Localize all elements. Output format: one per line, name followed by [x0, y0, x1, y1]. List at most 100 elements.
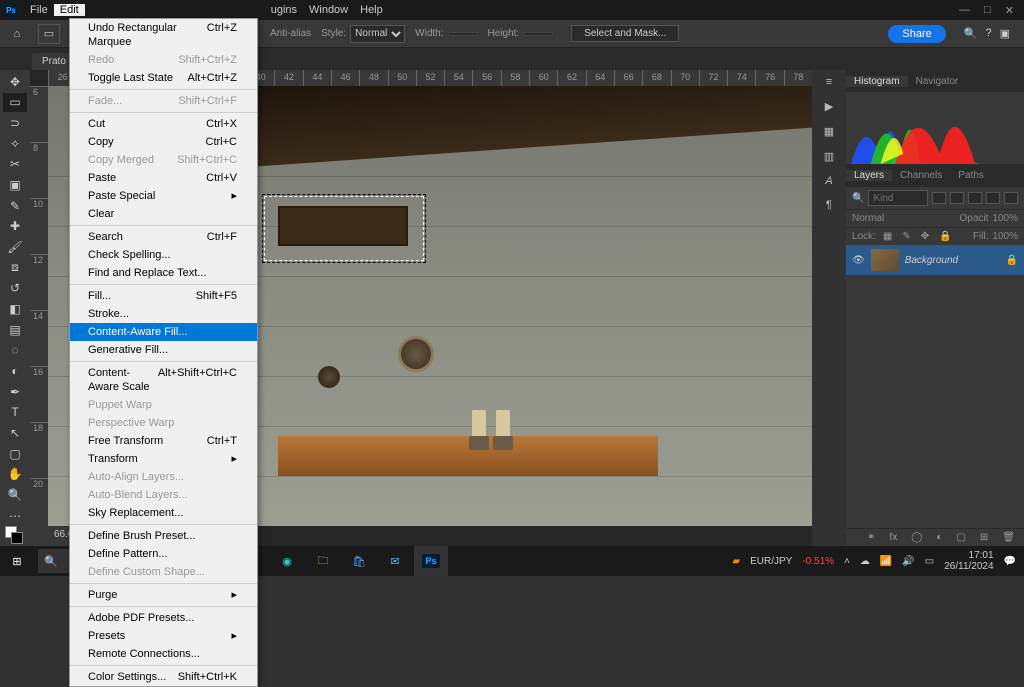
maximize-icon[interactable]: □ — [984, 4, 991, 16]
lock-icon[interactable]: 🔒 — [1006, 255, 1018, 266]
opacity-value[interactable]: 100% — [992, 213, 1018, 224]
libraries-icon[interactable]: ▥ — [824, 150, 834, 163]
menu-item[interactable]: Define Pattern... — [70, 545, 257, 563]
workspace-icon[interactable]: ▣ — [1000, 27, 1010, 40]
tab-histogram[interactable]: Histogram — [846, 76, 908, 87]
menu-edit[interactable]: Edit — [54, 4, 85, 16]
menu-item[interactable]: Content-Aware Fill... — [70, 323, 257, 341]
blend-select[interactable]: Normal — [852, 213, 956, 224]
menu-item[interactable]: Sky Replacement... — [70, 504, 257, 522]
menu-item[interactable]: SearchCtrl+F — [70, 228, 257, 246]
filter-icon[interactable]: 🔍 — [852, 193, 864, 204]
height-input[interactable] — [523, 32, 553, 36]
language-icon[interactable]: ▭ — [925, 556, 934, 567]
swatches-icon[interactable]: ▦ — [824, 125, 834, 138]
blur-tool-icon[interactable]: ◌ — [3, 341, 27, 361]
type-tool-icon[interactable]: T — [3, 403, 27, 423]
layer-thumbnail[interactable] — [871, 249, 899, 271]
more-tools-icon[interactable]: ⋯ — [3, 506, 27, 526]
play-icon[interactable]: ▶ — [825, 100, 833, 113]
filter-adjust-icon[interactable] — [950, 192, 964, 204]
menu-item[interactable]: Purge▸ — [70, 586, 257, 604]
tab-layers[interactable]: Layers — [846, 170, 892, 181]
lock-pixels-icon[interactable]: ✎ — [899, 231, 913, 242]
path-tool-icon[interactable]: ↖ — [3, 423, 27, 443]
color-swatch[interactable] — [3, 526, 27, 546]
eraser-tool-icon[interactable]: ◧ — [3, 299, 27, 319]
panel-icon[interactable]: ≡ — [826, 76, 832, 88]
menu-item[interactable]: Presets▸ — [70, 627, 257, 645]
tab-navigator[interactable]: Navigator — [908, 76, 967, 87]
clock[interactable]: 17:0126/11/2024 — [944, 550, 993, 572]
help-icon[interactable]: ? — [985, 27, 991, 40]
visibility-icon[interactable]: 👁 — [852, 255, 865, 266]
share-button[interactable]: Share — [888, 25, 945, 43]
menu-item[interactable]: Generative Fill... — [70, 341, 257, 359]
mask-icon[interactable]: ◯ — [908, 532, 925, 543]
fx-icon[interactable]: fx — [886, 532, 900, 543]
menu-item[interactable]: Paste Special▸ — [70, 187, 257, 205]
heal-tool-icon[interactable]: ✚ — [3, 217, 27, 237]
search-icon[interactable]: 🔍 — [964, 27, 978, 40]
lock-position-icon[interactable]: ✥ — [918, 231, 932, 242]
menu-help[interactable]: Help — [354, 4, 389, 16]
notifications-icon[interactable]: 💬 — [1004, 556, 1016, 567]
menu-file[interactable]: File — [24, 4, 54, 16]
shape-tool-icon[interactable]: ▢ — [3, 444, 27, 464]
new-layer-icon[interactable]: ⊞ — [977, 532, 991, 543]
style-select[interactable]: Normal — [350, 25, 405, 43]
start-button[interactable]: ⊞ — [0, 546, 34, 576]
paragraph-icon[interactable]: ¶ — [826, 199, 832, 211]
menu-item[interactable]: CopyCtrl+C — [70, 133, 257, 151]
lock-all-icon[interactable]: 🔒 — [936, 231, 954, 242]
home-icon[interactable]: ⌂ — [6, 24, 28, 44]
background-layer[interactable]: 👁 Background 🔒 — [846, 245, 1024, 275]
move-tool-icon[interactable]: ✥ — [3, 72, 27, 92]
zoom-tool-icon[interactable]: 🔍 — [3, 485, 27, 505]
wifi-icon[interactable]: 📶 — [880, 556, 892, 567]
menu-item[interactable]: Clear — [70, 205, 257, 223]
filter-shape-icon[interactable] — [986, 192, 1000, 204]
gradient-tool-icon[interactable]: ▤ — [3, 320, 27, 340]
history-brush-icon[interactable]: ↺ — [3, 279, 27, 299]
crop-tool-icon[interactable]: ✂ — [3, 155, 27, 175]
menu-plugins[interactable]: ugins — [265, 4, 303, 16]
close-icon[interactable]: ✕ — [1005, 4, 1014, 17]
ticker-icon[interactable]: ▰ — [732, 556, 740, 567]
cloud-icon[interactable]: ☁ — [860, 556, 870, 567]
kind-filter[interactable] — [868, 190, 928, 206]
menu-item[interactable]: Fill...Shift+F5 — [70, 287, 257, 305]
menu-item[interactable]: Remote Connections... — [70, 645, 257, 663]
volume-icon[interactable]: 🔊 — [902, 556, 914, 567]
tab-paths[interactable]: Paths — [950, 170, 992, 181]
photoshop-taskbar-icon[interactable]: Ps — [414, 546, 448, 576]
menu-item[interactable]: Undo Rectangular MarqueeCtrl+Z — [70, 19, 257, 51]
adjust-icon[interactable]: ◐ — [933, 532, 945, 543]
link-icon[interactable]: ⚭ — [864, 532, 878, 543]
selection-marquee[interactable] — [264, 196, 424, 261]
lasso-tool-icon[interactable]: ⊃ — [3, 113, 27, 133]
explorer-icon[interactable]: 🗀 — [306, 546, 340, 576]
fill-value[interactable]: 100% — [992, 231, 1018, 242]
menu-item[interactable]: Content-Aware ScaleAlt+Shift+Ctrl+C — [70, 364, 257, 396]
marquee-tool-icon[interactable]: ▭ — [3, 93, 27, 113]
store-icon[interactable]: 🛍 — [342, 546, 376, 576]
tray-chevron-icon[interactable]: ˄ — [844, 556, 850, 567]
menu-item[interactable]: Transform▸ — [70, 450, 257, 468]
width-input[interactable] — [448, 32, 478, 36]
menu-item[interactable]: CutCtrl+X — [70, 115, 257, 133]
ticker-pair[interactable]: EUR/JPY — [750, 556, 792, 567]
menu-item[interactable]: Stroke... — [70, 305, 257, 323]
edge-icon[interactable]: ◉ — [270, 546, 304, 576]
dodge-tool-icon[interactable]: ◐ — [3, 361, 27, 381]
marquee-tool-icon[interactable]: ▭ — [38, 24, 60, 44]
menu-item[interactable]: Define Brush Preset... — [70, 527, 257, 545]
filter-smart-icon[interactable] — [1004, 192, 1018, 204]
hand-tool-icon[interactable]: ✋ — [3, 464, 27, 484]
menu-item[interactable]: Free TransformCtrl+T — [70, 432, 257, 450]
type-panel-icon[interactable]: A — [825, 175, 832, 187]
eyedropper-tool-icon[interactable]: ✎ — [3, 196, 27, 216]
menu-item[interactable]: PasteCtrl+V — [70, 169, 257, 187]
trash-icon[interactable]: 🗑 — [999, 532, 1018, 543]
frame-tool-icon[interactable]: ▣ — [3, 175, 27, 195]
